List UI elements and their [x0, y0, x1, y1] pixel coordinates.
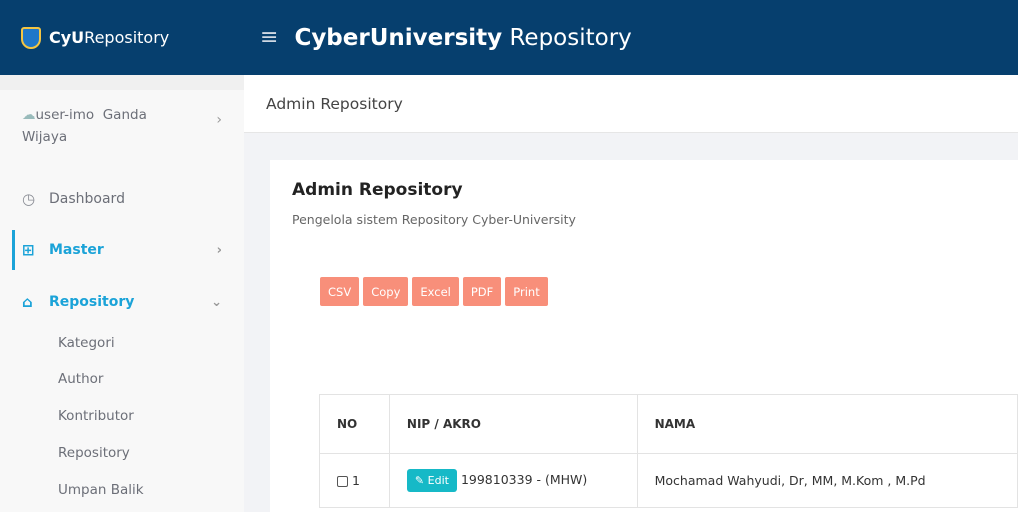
shield-logo-icon — [21, 26, 41, 49]
cell-no: 1 — [319, 453, 390, 508]
table-row: 1 ✎ Edit 199810339 - (MHW) Mochamad Wahyu… — [319, 453, 1018, 508]
home-icon: ⌂ — [22, 293, 33, 311]
chevron-right-icon: › — [216, 112, 222, 128]
submenu-kontributor[interactable]: Kontributor — [0, 408, 244, 424]
sidebar: CyURepository ☁user-imo Ganda Wijaya › ◷… — [0, 0, 244, 512]
submenu-umpan-balik[interactable]: Umpan Balik — [0, 482, 244, 498]
breadcrumb: Admin Repository — [244, 75, 1018, 133]
top-header: ≡ CyberUniversity Repository — [244, 0, 1018, 75]
copy-button[interactable]: Copy — [363, 277, 409, 306]
sidebar-item-label: Master — [49, 242, 104, 258]
breadcrumb-text: Admin Repository — [266, 94, 403, 113]
csv-button[interactable]: CSV — [320, 277, 360, 306]
sidebar-item-master[interactable]: ⊞ Master › — [0, 238, 244, 262]
chevron-down-icon: ⌄ — [211, 294, 222, 310]
cell-nama: Mochamad Wahyudi, Dr, MM, M.Kom , M.Pd — [636, 453, 1018, 508]
user-avatar-alt: user-imo — [35, 107, 95, 123]
sidebar-spacer — [0, 75, 244, 90]
pdf-button[interactable]: PDF — [462, 277, 502, 306]
row-checkbox[interactable] — [337, 476, 348, 487]
print-button[interactable]: Print — [505, 277, 548, 306]
sidebar-item-dashboard[interactable]: ◷ Dashboard — [0, 187, 244, 211]
export-buttons: CSV Copy Excel PDF Print — [320, 277, 548, 306]
sidebar-item-label: Dashboard — [49, 191, 125, 207]
page-title: Admin Repository — [292, 180, 463, 200]
cell-nip: ✎ Edit 199810339 - (MHW) — [388, 453, 638, 508]
brand-name: CyURepository — [49, 28, 170, 47]
user-name-last: Wijaya — [22, 129, 68, 145]
submenu-repository[interactable]: Repository — [0, 445, 244, 461]
gauge-icon: ◷ — [22, 190, 36, 208]
edit-button[interactable]: ✎ Edit — [406, 469, 457, 492]
nip-value: 199810339 - (MHW) — [460, 472, 588, 487]
user-name-first: Ganda — [102, 107, 147, 123]
sidebar-item-repository[interactable]: ⌂ Repository ⌄ — [0, 290, 244, 314]
excel-button[interactable]: Excel — [412, 277, 459, 306]
app-title: CyberUniversity Repository — [294, 24, 632, 51]
edit-label: Edit — [427, 474, 449, 487]
submenu-author[interactable]: Author — [0, 371, 244, 387]
column-header-no[interactable]: NO — [319, 394, 390, 454]
table-header-row: NO NIP / AKRO NAMA — [319, 394, 1018, 454]
row-number: 1 — [352, 473, 360, 488]
content-card: Admin Repository Pengelola sistem Reposi… — [270, 160, 1018, 512]
page-subtitle: Pengelola sistem Repository Cyber-Univer… — [292, 212, 576, 227]
column-header-nama[interactable]: NAMA — [636, 394, 1018, 454]
submenu-kategori[interactable]: Kategori — [0, 335, 244, 351]
chevron-right-icon: › — [216, 242, 222, 258]
brand[interactable]: CyURepository — [0, 0, 244, 75]
pencil-icon: ✎ — [414, 474, 425, 487]
user-avatar-broken-image-icon: ☁ — [22, 107, 36, 123]
hamburger-menu-icon[interactable]: ≡ — [260, 25, 278, 50]
sidebar-item-label: Repository — [49, 294, 135, 310]
user-profile[interactable]: ☁user-imo Ganda Wijaya › — [0, 90, 244, 164]
grid-icon: ⊞ — [22, 241, 35, 259]
column-header-nip[interactable]: NIP / AKRO — [388, 394, 638, 454]
admin-table: NO NIP / AKRO NAMA 1 ✎ Edit 199810339 - (… — [319, 394, 1018, 508]
